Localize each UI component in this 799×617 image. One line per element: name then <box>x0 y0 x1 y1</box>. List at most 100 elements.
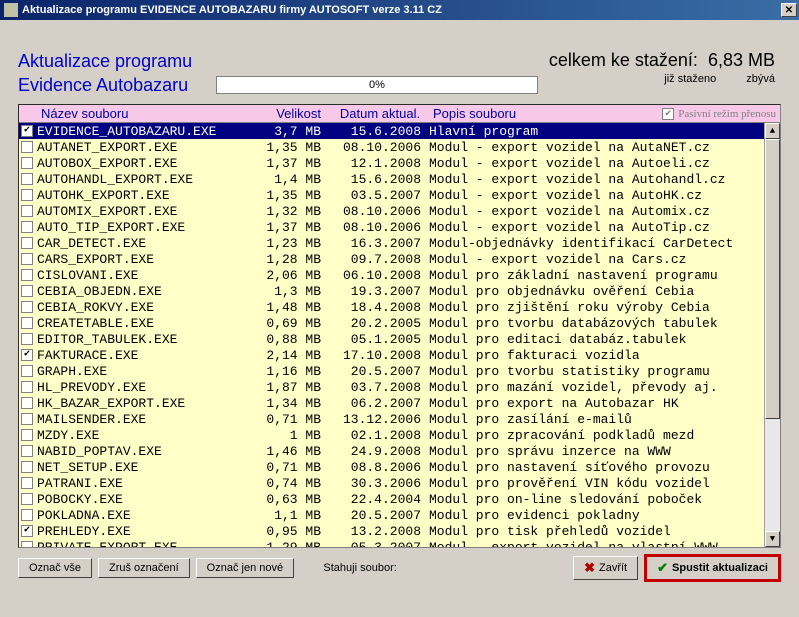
row-name: PREHLEDY.EXE <box>37 524 253 539</box>
table-row[interactable]: CEBIA_OBJEDN.EXE1,3 MB19.3.2007Modul pro… <box>19 283 780 299</box>
table-row[interactable]: AUTOMIX_EXPORT.EXE1,32 MB08.10.2006Modul… <box>19 203 780 219</box>
passive-checkbox[interactable] <box>662 108 674 120</box>
remain-label: zbývá <box>746 73 775 85</box>
run-update-button[interactable]: ✔ Spustit aktualizaci <box>644 554 781 582</box>
deselect-button[interactable]: Zruš označení <box>98 558 190 578</box>
row-checkbox[interactable] <box>21 445 33 457</box>
row-name: CEBIA_ROKVY.EXE <box>37 300 253 315</box>
table-row[interactable]: EDITOR_TABULEK.EXE0,88 MB05.1.2005Modul … <box>19 331 780 347</box>
row-checkbox[interactable] <box>21 237 33 249</box>
row-checkbox[interactable] <box>21 189 33 201</box>
row-checkbox[interactable] <box>21 397 33 409</box>
row-checkbox[interactable] <box>21 509 33 521</box>
table-row[interactable]: PREHLEDY.EXE0,95 MB13.2.2008Modul pro ti… <box>19 523 780 539</box>
client-area: Aktualizace programu Evidence Autobazaru… <box>0 20 799 617</box>
table-row[interactable]: PATRANI.EXE0,74 MB30.3.2006Modul pro pro… <box>19 475 780 491</box>
row-date: 06.10.2008 <box>331 268 429 283</box>
row-desc: Modul - export vozidel na AutoTip.cz <box>429 220 780 235</box>
table-row[interactable]: AUTOHK_EXPORT.EXE1,35 MB03.5.2007Modul -… <box>19 187 780 203</box>
row-checkbox[interactable] <box>21 221 33 233</box>
row-desc: Hlavní program <box>429 124 780 139</box>
row-checkbox[interactable] <box>21 541 33 547</box>
row-checkbox[interactable] <box>21 125 33 137</box>
row-checkbox[interactable] <box>21 333 33 345</box>
select-all-button[interactable]: Označ vše <box>18 558 92 578</box>
row-checkbox[interactable] <box>21 317 33 329</box>
scrollbar[interactable]: ▲ ▼ <box>764 123 780 547</box>
progress-text: 0% <box>369 79 385 91</box>
row-checkbox[interactable] <box>21 413 33 425</box>
row-checkbox[interactable] <box>21 205 33 217</box>
scroll-up-icon[interactable]: ▲ <box>765 123 780 139</box>
row-date: 08.8.2006 <box>331 460 429 475</box>
row-checkbox[interactable] <box>21 525 33 537</box>
table-row[interactable]: POBOCKY.EXE0,63 MB22.4.2004Modul pro on-… <box>19 491 780 507</box>
row-size: 0,63 MB <box>253 492 331 507</box>
table-row[interactable]: MAILSENDER.EXE0,71 MB13.12.2006Modul pro… <box>19 411 780 427</box>
row-checkbox[interactable] <box>21 365 33 377</box>
row-name: GRAPH.EXE <box>37 364 253 379</box>
table-row[interactable]: AUTO_TIP_EXPORT.EXE1,37 MB08.10.2006Modu… <box>19 219 780 235</box>
table-row[interactable]: CAR_DETECT.EXE1,23 MB16.3.2007Modul-obje… <box>19 235 780 251</box>
row-checkbox[interactable] <box>21 381 33 393</box>
table-row[interactable]: HK_BAZAR_EXPORT.EXE1,34 MB06.2.2007Modul… <box>19 395 780 411</box>
row-checkbox[interactable] <box>21 173 33 185</box>
row-name: HL_PREVODY.EXE <box>37 380 253 395</box>
close-icon[interactable]: ✕ <box>781 3 797 17</box>
row-checkbox[interactable] <box>21 285 33 297</box>
row-checkbox[interactable] <box>21 429 33 441</box>
row-size: 1,35 MB <box>253 188 331 203</box>
row-name: MAILSENDER.EXE <box>37 412 253 427</box>
row-desc: Modul pro objednávku ověření Cebia <box>429 284 780 299</box>
col-desc[interactable]: Popis souboru <box>429 106 658 121</box>
row-checkbox[interactable] <box>21 269 33 281</box>
table-row[interactable]: CEBIA_ROKVY.EXE1,48 MB18.4.2008Modul pro… <box>19 299 780 315</box>
row-date: 15.6.2008 <box>331 124 429 139</box>
row-checkbox[interactable] <box>21 157 33 169</box>
row-size: 1 MB <box>253 428 331 443</box>
row-desc: Modul pro on-line sledování poboček <box>429 492 780 507</box>
col-date[interactable]: Datum aktual. <box>331 106 429 121</box>
table-row[interactable]: NET_SETUP.EXE0,71 MB08.8.2006Modul pro n… <box>19 459 780 475</box>
row-checkbox[interactable] <box>21 461 33 473</box>
row-desc: Modul pro správu inzerce na WWW <box>429 444 780 459</box>
table-row[interactable]: AUTANET_EXPORT.EXE1,35 MB08.10.2006Modul… <box>19 139 780 155</box>
table-row[interactable]: PRIVATE_EXPORT.EXE1,29 MB05.3.2007Modul … <box>19 539 780 547</box>
row-size: 0,74 MB <box>253 476 331 491</box>
row-checkbox[interactable] <box>21 349 33 361</box>
table-row[interactable]: EVIDENCE_AUTOBAZARU.EXE3,7 MB15.6.2008Hl… <box>19 123 780 139</box>
scroll-down-icon[interactable]: ▼ <box>765 531 780 547</box>
table-row[interactable]: CARS_EXPORT.EXE1,28 MB09.7.2008Modul - e… <box>19 251 780 267</box>
table-row[interactable]: NABID_POPTAV.EXE1,46 MB24.9.2008Modul pr… <box>19 443 780 459</box>
table-row[interactable]: HL_PREVODY.EXE1,87 MB03.7.2008Modul pro … <box>19 379 780 395</box>
row-date: 16.3.2007 <box>331 236 429 251</box>
row-desc: Modul pro zjištění roku výroby Cebia <box>429 300 780 315</box>
row-size: 1,4 MB <box>253 172 331 187</box>
row-size: 1,3 MB <box>253 284 331 299</box>
row-name: AUTOBOX_EXPORT.EXE <box>37 156 253 171</box>
row-checkbox[interactable] <box>21 141 33 153</box>
table-row[interactable]: POKLADNA.EXE1,1 MB20.5.2007Modul pro evi… <box>19 507 780 523</box>
table-row[interactable]: CREATETABLE.EXE0,69 MB20.2.2005Modul pro… <box>19 315 780 331</box>
row-date: 19.3.2007 <box>331 284 429 299</box>
table-row[interactable]: FAKTURACE.EXE2,14 MB17.10.2008Modul pro … <box>19 347 780 363</box>
scroll-thumb[interactable] <box>765 139 780 419</box>
table-row[interactable]: CISLOVANI.EXE2,06 MB06.10.2008Modul pro … <box>19 267 780 283</box>
col-name[interactable]: Název souboru <box>37 106 253 121</box>
table-row[interactable]: GRAPH.EXE1,16 MB20.5.2007Modul pro tvorb… <box>19 363 780 379</box>
list-header: Název souboru Velikost Datum aktual. Pop… <box>19 105 780 123</box>
table-row[interactable]: AUTOBOX_EXPORT.EXE1,37 MB12.1.2008Modul … <box>19 155 780 171</box>
table-row[interactable]: MZDY.EXE1 MB02.1.2008Modul pro zpracován… <box>19 427 780 443</box>
row-checkbox[interactable] <box>21 301 33 313</box>
row-date: 08.10.2006 <box>331 204 429 219</box>
list-body[interactable]: EVIDENCE_AUTOBAZARU.EXE3,7 MB15.6.2008Hl… <box>19 123 780 547</box>
row-checkbox[interactable] <box>21 493 33 505</box>
row-date: 08.10.2006 <box>331 140 429 155</box>
row-checkbox[interactable] <box>21 253 33 265</box>
row-checkbox[interactable] <box>21 477 33 489</box>
col-size[interactable]: Velikost <box>253 106 331 121</box>
close-button[interactable]: ✖ Zavřít <box>573 556 638 580</box>
select-new-button[interactable]: Označ jen nové <box>196 558 294 578</box>
table-row[interactable]: AUTOHANDL_EXPORT.EXE1,4 MB15.6.2008Modul… <box>19 171 780 187</box>
row-date: 20.5.2007 <box>331 508 429 523</box>
